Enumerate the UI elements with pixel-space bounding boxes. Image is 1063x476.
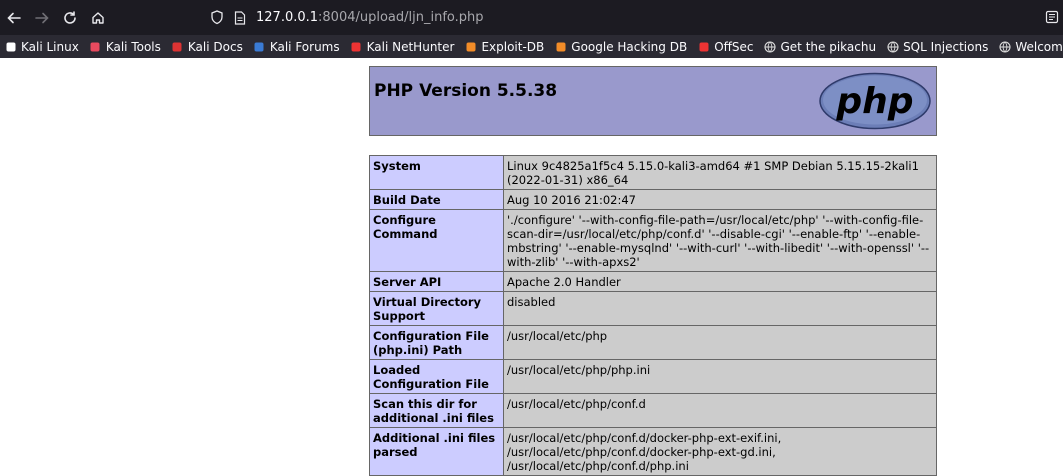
url-bar[interactable]: 127.0.0.1:8004/upload/ljn_info.php (203, 4, 1063, 31)
bookmark-label: Kali Linux (21, 39, 79, 54)
forward-button[interactable] (28, 0, 56, 35)
bookmark-item[interactable]: Kali Tools (85, 40, 167, 54)
table-row: Scan this dir for additional .ini files /… (369, 393, 937, 428)
page-content: PHP Version 5.5.38 php System Linux 9c482… (0, 58, 1063, 476)
offsec-icon (697, 40, 710, 53)
kali-tools-icon (89, 40, 102, 53)
row-value: Linux 9c4825a1f5c4 5.15.0-kali3-amd64 #1… (503, 155, 937, 190)
shield-icon[interactable] (209, 10, 225, 26)
page-icon[interactable] (233, 10, 247, 26)
bookmark-item[interactable]: Kali Docs (167, 40, 249, 54)
row-key: Server API (369, 271, 504, 292)
row-value: /usr/local/etc/php (503, 325, 937, 360)
bookmark-label: SQL Injections (903, 39, 989, 54)
bookmark-item[interactable]: Kali Forums (249, 40, 346, 54)
bookmark-label: Exploit-DB (481, 39, 545, 54)
globe-icon (998, 40, 1011, 53)
table-row: Configuration File (php.ini) Path/usr/lo… (369, 325, 937, 360)
kali-docs-icon (171, 40, 184, 53)
row-key: Additional .ini files parsed (369, 427, 504, 476)
bookmark-label: Get the pikachu (780, 39, 877, 54)
row-key: System (369, 155, 504, 190)
browser-toolbar: 127.0.0.1:8004/upload/ljn_info.php (0, 0, 1063, 35)
exploit-db-icon (464, 40, 477, 53)
bookmark-item[interactable]: Welcome :: Damn Vul... (994, 40, 1063, 54)
bookmarks-toolbar: Kali Linux Kali Tools Kali Docs Kali Forums… (0, 35, 1063, 58)
row-value: /usr/local/etc/php/conf.d (503, 393, 937, 428)
bookmark-label: Kali Tools (105, 39, 161, 54)
bookmark-item[interactable]: SQL Injections (882, 40, 994, 54)
row-key: Configure Command (369, 209, 504, 272)
bookmark-item[interactable]: OffSec (693, 40, 759, 54)
row-value: disabled (503, 291, 937, 326)
row-value: Aug 10 2016 21:02:47 (503, 189, 937, 210)
globe-icon (764, 40, 777, 53)
row-value: /usr/local/etc/php/php.ini (503, 359, 937, 394)
row-key: Configuration File (php.ini) Path (369, 325, 504, 360)
php-logo: php (819, 72, 931, 130)
row-key: Virtual Directory Support (369, 291, 504, 326)
reader-view-icon[interactable] (1045, 10, 1059, 24)
reload-icon (64, 10, 76, 24)
arrow-right-icon (35, 12, 49, 23)
bookmark-label: Kali Docs (187, 39, 243, 54)
bookmark-item[interactable]: Google Hacking DB (550, 40, 693, 54)
table-row: Loaded Configuration File/usr/local/etc/… (369, 359, 937, 394)
bookmark-item[interactable]: Get the pikachu (760, 40, 883, 54)
bookmark-item[interactable]: Exploit-DB (460, 40, 550, 54)
table-row: Configure Command './configure' '--with-c… (369, 209, 937, 272)
php-header: PHP Version 5.5.38 php (369, 66, 937, 136)
bookmark-label: Google Hacking DB (571, 39, 688, 54)
row-key: Build Date (369, 189, 504, 210)
back-button[interactable] (0, 0, 28, 35)
row-key: Loaded Configuration File (369, 359, 504, 394)
bookmark-label: Welcome :: Damn Vul... (1015, 39, 1063, 54)
page-title: PHP Version 5.5.38 (374, 81, 558, 101)
home-button[interactable] (84, 0, 112, 35)
table-row: Server API Apache 2.0 Handler (369, 271, 937, 292)
globe-icon (886, 40, 899, 53)
bookmark-item[interactable]: Kali Linux (0, 40, 85, 54)
url-host: 127.0.0.1 (256, 10, 319, 25)
table-row: Additional .ini files parsed/usr/local/e… (369, 427, 937, 476)
php-info-table: System Linux 9c4825a1f5c4 5.15.0-kali3-am… (369, 155, 937, 476)
bookmark-label: Kali NetHunter (366, 39, 455, 54)
home-icon (92, 11, 104, 24)
row-value: './configure' '--with-config-file-path=/… (503, 209, 937, 272)
row-key: Scan this dir for additional .ini files (369, 393, 504, 428)
kali-forums-icon (253, 40, 266, 53)
row-value: Apache 2.0 Handler (503, 271, 937, 292)
bookmark-item[interactable]: Kali NetHunter (346, 40, 461, 54)
php-logo-text: php (835, 81, 913, 122)
bookmark-label: OffSec (714, 39, 754, 54)
url-path: :8004/upload/ljn_info.php (318, 10, 484, 25)
table-row: System Linux 9c4825a1f5c4 5.15.0-kali3-am… (369, 155, 937, 190)
row-value: /usr/local/etc/php/conf.d/docker-php-ext… (503, 427, 937, 476)
table-row: Virtual Directory Support disabled (369, 291, 937, 326)
reload-button[interactable] (56, 0, 84, 35)
nethunter-icon (350, 40, 363, 53)
kali-dragon-icon (4, 40, 17, 53)
ghdb-icon (554, 40, 567, 53)
arrow-left-icon (7, 12, 21, 23)
table-row: Build Date Aug 10 2016 21:02:47 (369, 189, 937, 210)
bookmark-label: Kali Forums (269, 39, 340, 54)
